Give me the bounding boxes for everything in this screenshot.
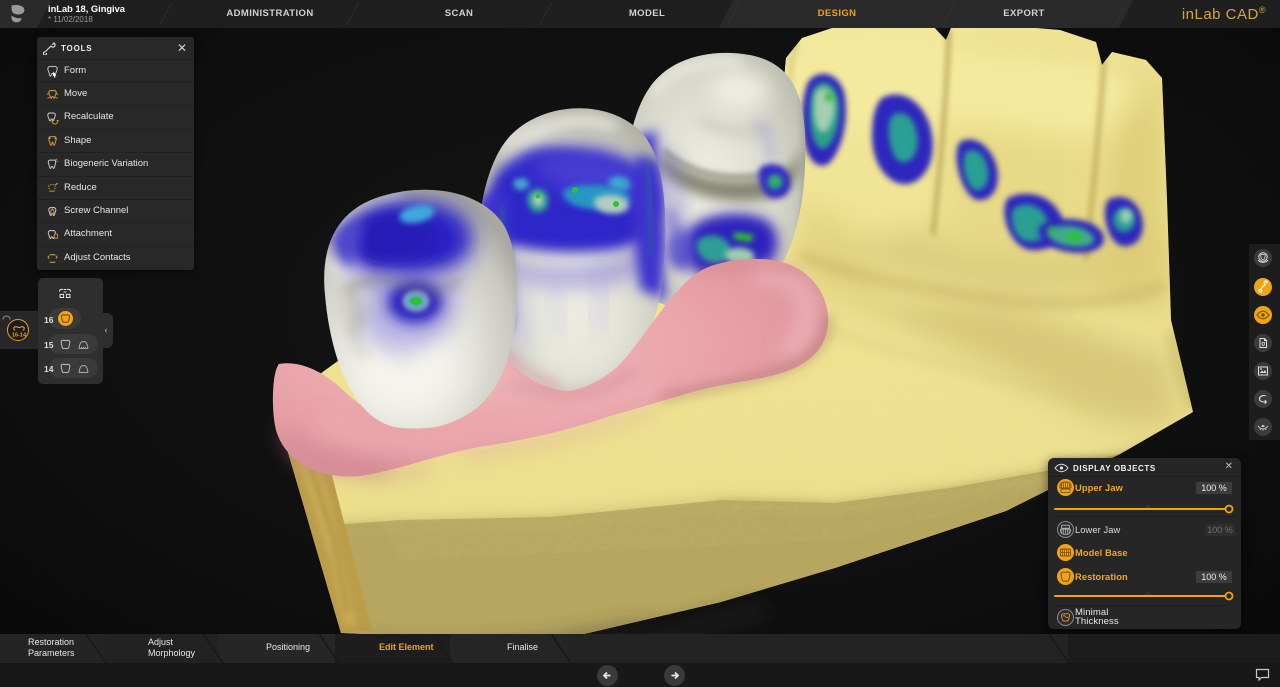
svg-text:16-14: 16-14 [12,333,27,339]
